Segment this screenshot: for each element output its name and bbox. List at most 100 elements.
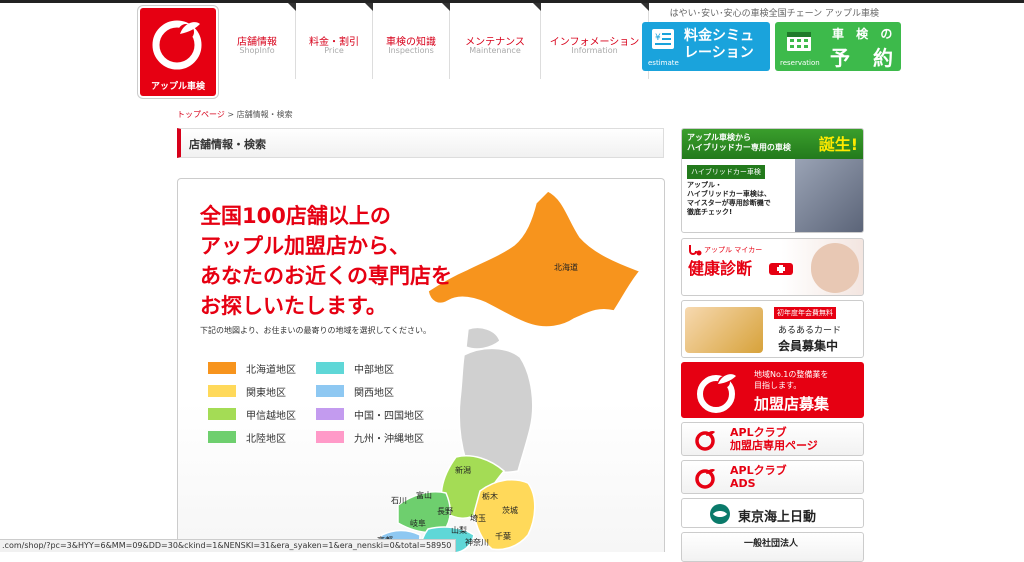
corner-fold <box>641 3 649 11</box>
hybrid-car-banner[interactable]: アップル車検から ハイブリッドカー専用の車検 誕生! ハイブリッドカー車検 アップ… <box>681 128 864 233</box>
pref-label-saitama: 埼玉 <box>470 514 486 523</box>
pref-label-ishikawa: 石川 <box>391 496 407 505</box>
pref-label-gifu: 岐阜 <box>410 519 426 528</box>
apl-club-member-label: APLクラブ 加盟店専用ページ <box>730 426 818 452</box>
calendar-icon <box>787 32 811 51</box>
estimate-button[interactable]: ¥ 料金シミュ レーション estimate <box>642 22 770 71</box>
corner-fold <box>288 3 296 11</box>
calculator-icon: ¥ <box>652 29 674 49</box>
legend-label: 北陸地区 <box>246 434 286 445</box>
apple-shaken-logo[interactable]: アップル車検 <box>140 8 216 96</box>
reservation-sub: reservation <box>780 59 820 67</box>
map-region-tohoku <box>458 347 534 473</box>
checkup-title: 健康診断 <box>688 259 753 278</box>
hybrid-badge: 誕生! <box>818 135 858 154</box>
legend-swatch <box>316 362 344 374</box>
pref-label-hokkaido: 北海道 <box>554 263 578 272</box>
legend-label: 関西地区 <box>354 388 394 399</box>
nav-sublabel: Price <box>324 46 344 55</box>
checkup-top-label: アップル マイカー <box>704 246 763 254</box>
page-title: 店舗情報・検索 <box>189 138 266 151</box>
association-banner[interactable]: 一般社団法人 <box>681 532 864 562</box>
reservation-label-1: 車 検 の <box>832 27 897 41</box>
corner-fold <box>442 3 450 11</box>
headline-line: あなたのお近くの専門店を <box>200 264 452 288</box>
corner-fold <box>365 3 373 11</box>
nav-maintenance[interactable]: メンテナンス Maintenance <box>450 3 541 79</box>
legend-swatch <box>208 385 236 397</box>
pref-label-chiba: 千葉 <box>495 532 511 541</box>
svg-text:¥: ¥ <box>655 33 661 43</box>
map-headline: 全国100店舗以上の アップル加盟店から、 あなたのお近くの専門店を お探しいた… <box>200 201 452 321</box>
apple-logo-icon <box>152 20 202 70</box>
nav-information[interactable]: インフォメーション Information <box>541 3 649 79</box>
hybrid-logo: ハイブリッドカー車検 <box>687 165 765 179</box>
corner-fold <box>533 3 541 11</box>
pref-label-nagano: 長野 <box>437 507 453 516</box>
franchise-recruit-banner[interactable]: 地域No.1の整備業を 目指します。 加盟店募集 <box>681 362 864 418</box>
legend-label: 関東地区 <box>246 388 286 399</box>
pref-label-tochigi: 栃木 <box>482 492 498 501</box>
legend-label: 中国・四国地区 <box>354 411 424 422</box>
apl-club-ads-banner[interactable]: APLクラブ ADS <box>681 460 864 494</box>
logo-text: アップル車検 <box>150 82 205 92</box>
franchise-sub: 地域No.1の整備業を 目指します。 <box>754 370 829 390</box>
legend-swatch <box>208 408 236 420</box>
pref-label-toyama: 富山 <box>416 491 432 500</box>
estimate-sub: estimate <box>648 59 679 67</box>
tokio-marine-logo-icon <box>710 504 730 524</box>
legend-label: 北海道地区 <box>246 365 296 376</box>
apple-logo-icon <box>695 469 715 489</box>
nav-shop-info[interactable]: 店舗情報 ShopInfo <box>219 3 296 79</box>
breadcrumb: トップページ > 店舗情報・検索 <box>177 109 293 120</box>
tagline: はやい･安い･安心の車検全国チェーン アップル車検 <box>669 9 879 19</box>
hybrid-desc: アップル・ ハイブリッドカー車検は、 マイスターが専用診断機で 徹底チェック! <box>687 181 771 216</box>
nav-sublabel: Inspections <box>388 46 434 55</box>
headline-line: 全国100店舗以上の <box>200 204 391 228</box>
woman-photo <box>811 243 859 293</box>
nav-sublabel: ShopInfo <box>239 46 275 55</box>
browser-status-url: .com/shop/?pc=3&HYY=6&MM=09&DD=30&ckind=… <box>0 539 457 552</box>
franchise-title: 加盟店募集 <box>754 395 830 413</box>
legend-label: 甲信越地区 <box>246 411 296 422</box>
mycar-checkup-banner[interactable]: アップル マイカー 健康診断 <box>681 238 864 296</box>
breadcrumb-current: 店舗情報・検索 <box>236 110 293 119</box>
estimate-label: 料金シミュ レーション <box>684 28 754 61</box>
card-free-badge: 初年度年会費無料 <box>774 307 836 319</box>
pref-label-yamanashi: 山梨 <box>451 526 467 535</box>
card-recruit: 会員募集中 <box>778 339 839 353</box>
legend-swatch <box>208 362 236 374</box>
headline-line: お探しいたします。 <box>200 294 387 318</box>
page-title-bar: 店舗情報・検索 <box>177 128 664 158</box>
legend-label: 中部地区 <box>354 365 394 376</box>
legend-swatch <box>316 431 344 443</box>
car-cross-icon <box>769 263 793 275</box>
association-label: 一般社団法人 <box>744 539 799 549</box>
nav-sublabel: Information <box>571 46 618 55</box>
legend-swatch <box>208 431 236 443</box>
breadcrumb-home-link[interactable]: トップページ <box>177 110 225 119</box>
reservation-button[interactable]: 車 検 の 予 約 reservation <box>775 22 901 71</box>
headline-line: アップル加盟店から、 <box>200 234 410 258</box>
map-region-hokkaido <box>427 190 642 328</box>
member-card-image <box>685 307 763 353</box>
legend-swatch <box>316 385 344 397</box>
main-nav: 店舗情報 ShopInfo 料金・割引 Price 車検の知識 Inspecti… <box>219 3 649 79</box>
nav-sublabel: Maintenance <box>469 46 521 55</box>
map-region-north-tip <box>465 326 501 350</box>
tokio-marine-label: 東京海上日動 <box>738 510 817 525</box>
nav-price[interactable]: 料金・割引 Price <box>296 3 373 79</box>
apple-logo-icon <box>695 431 715 451</box>
apl-club-member-banner[interactable]: APLクラブ 加盟店専用ページ <box>681 422 864 456</box>
pref-label-ibaraki: 茨城 <box>502 506 518 515</box>
apl-club-ads-label: APLクラブ ADS <box>730 464 787 490</box>
region-map-panel: 北海道 新潟 石川 富山 長野 栃木 茨城 岐阜 埼玉 山梨 千葉 神奈川 愛知… <box>177 178 665 552</box>
reservation-label-2: 予 約 <box>830 46 901 70</box>
pref-label-kanagawa: 神奈川 <box>465 538 489 547</box>
nav-inspections[interactable]: 車検の知識 Inspections <box>373 3 450 79</box>
diagnostic-device-photo <box>795 159 863 232</box>
pref-label-niigata: 新潟 <box>455 466 471 475</box>
legend-label: 九州・沖縄地区 <box>354 434 424 445</box>
tokio-marine-banner[interactable]: 東京海上日動 <box>681 498 864 528</box>
member-card-banner[interactable]: 初年度年会費無料 あるあるカード 会員募集中 <box>681 300 864 358</box>
